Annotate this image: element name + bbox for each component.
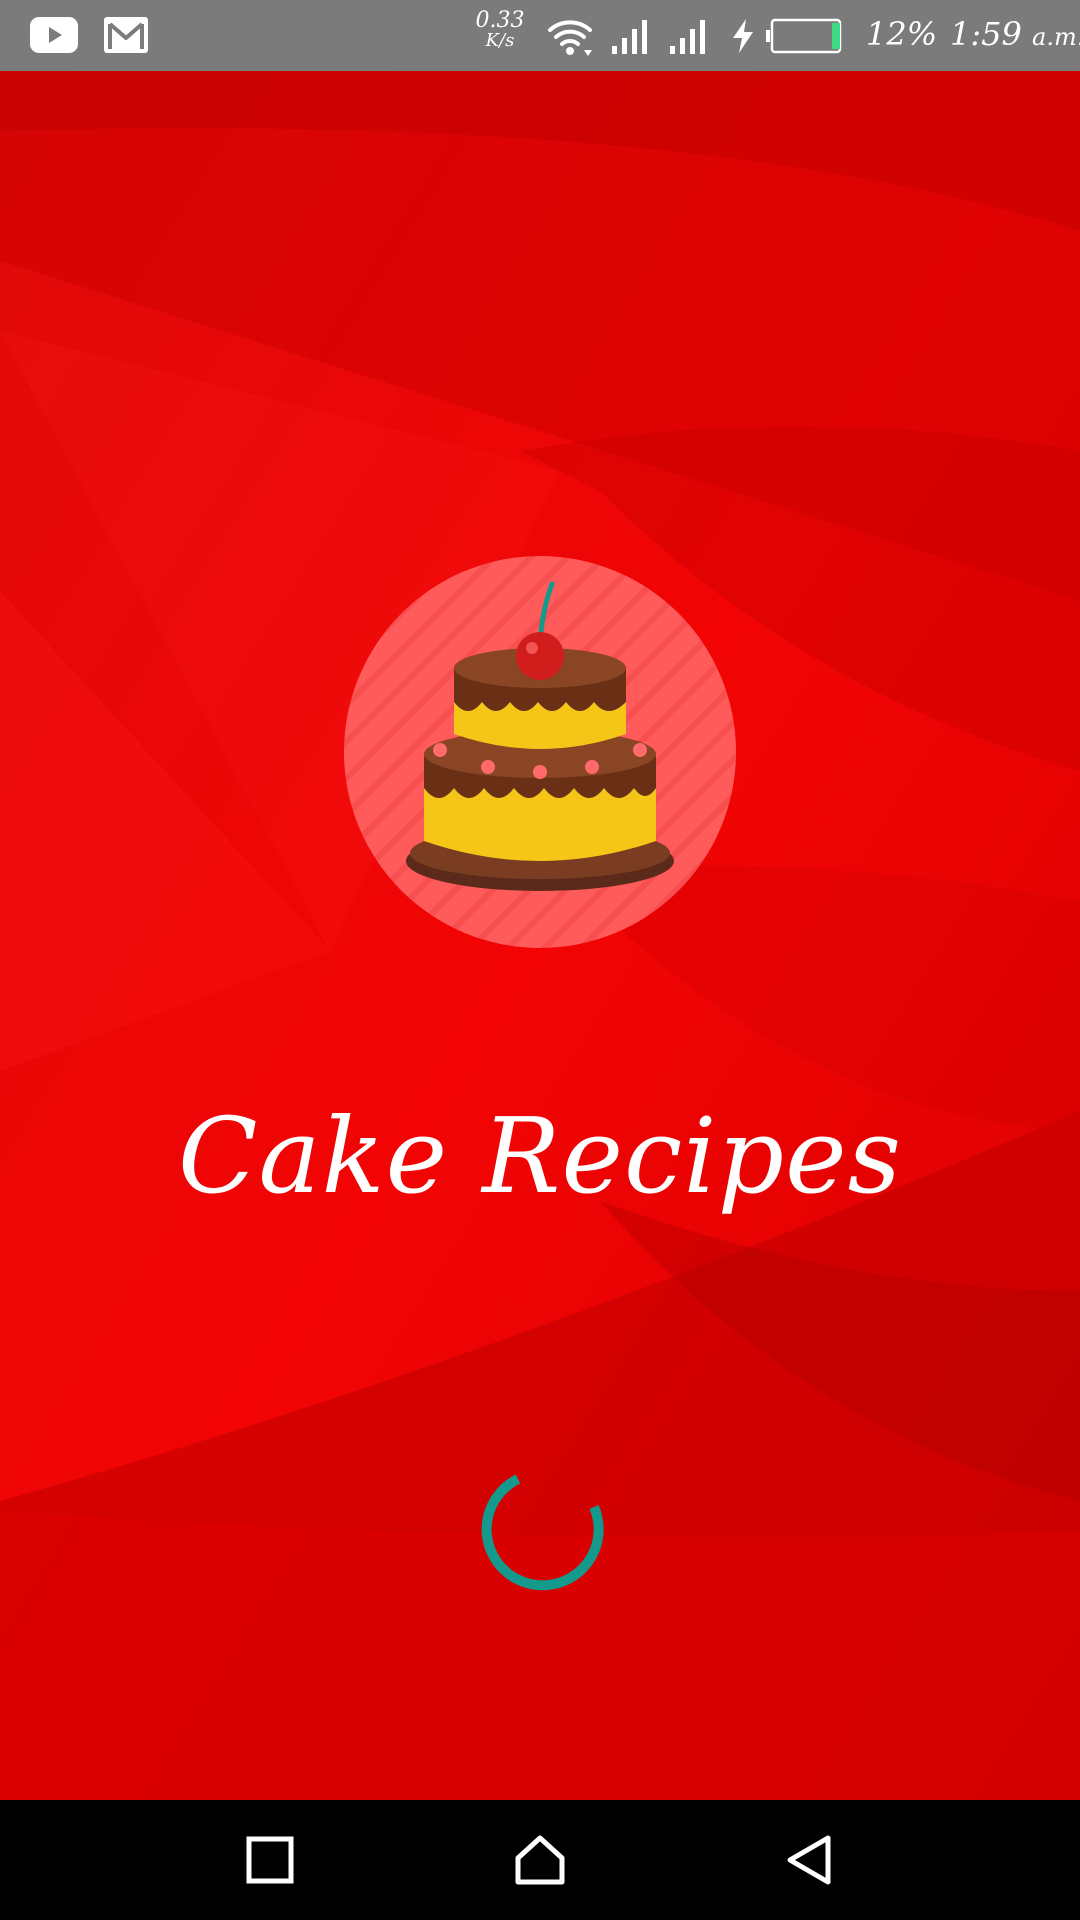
youtube-icon	[30, 17, 78, 53]
navigation-bar	[0, 1800, 1080, 1920]
status-clock: 1:59 a.m.	[950, 16, 1080, 55]
battery-percent: 12%	[866, 15, 938, 53]
network-speed-value: 0.33	[475, 8, 525, 33]
cake-icon	[344, 556, 736, 948]
home-icon[interactable]	[510, 1830, 570, 1890]
charging-icon	[733, 19, 753, 53]
network-speed: 0.33 K/s	[470, 10, 530, 50]
clock-suffix: a.m.	[1032, 23, 1080, 51]
gmail-icon	[104, 17, 148, 53]
status-bar: 0.33 K/s 12% 1:59 a.m.	[0, 0, 1080, 71]
splash-screen: 0.33 K/s 12% 1:59 a.m. Cake Recipes	[0, 0, 1080, 1920]
loading-spinner-icon	[481, 1474, 604, 1591]
wifi-icon	[548, 20, 592, 56]
clock-time: 1:59	[950, 15, 1022, 53]
network-speed-unit: K/s	[485, 30, 515, 51]
back-icon[interactable]	[780, 1830, 840, 1890]
battery-icon	[766, 18, 842, 54]
signal-icon	[612, 20, 647, 54]
app-title: Cake Recipes	[177, 1095, 903, 1217]
signal-icon	[670, 20, 705, 54]
splash-content: Cake Recipes	[0, 71, 1080, 1800]
recents-icon[interactable]	[240, 1830, 300, 1890]
